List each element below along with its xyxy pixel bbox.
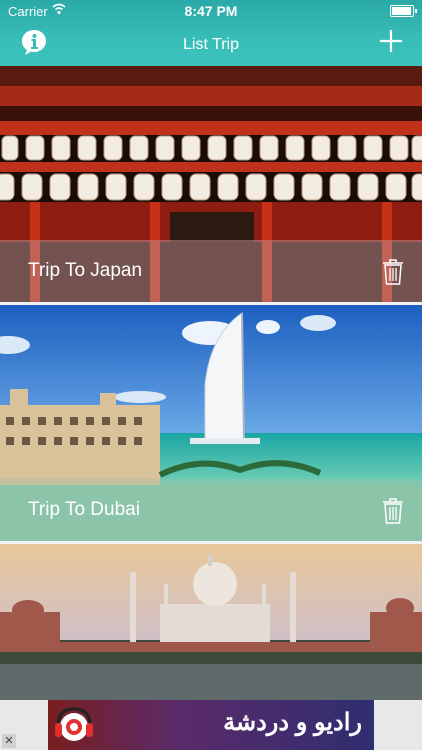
page-title: List Trip xyxy=(182,36,239,53)
close-ad-icon[interactable]: ✕ xyxy=(2,734,16,748)
trip-title: Trip To Japan xyxy=(28,260,143,281)
ad-banner[interactable]: ✕ راديو و دردشة xyxy=(0,700,422,750)
trash-icon[interactable] xyxy=(382,497,404,525)
navigation-bar: List Trip xyxy=(0,22,422,66)
top-bar: Carrier 8:47 PM List Trip xyxy=(0,0,422,66)
status-bar: Carrier 8:47 PM xyxy=(0,0,422,22)
ad-image[interactable]: راديو و دردشة xyxy=(48,700,374,750)
headphones-logo-icon xyxy=(55,707,93,741)
trip-card-japan[interactable]: Trip To Japan xyxy=(0,66,422,302)
add-trip-icon[interactable] xyxy=(378,28,404,54)
trip-card-dubai[interactable]: Trip To Dubai xyxy=(0,305,422,541)
taj-mahal-photo xyxy=(0,544,422,700)
trash-icon[interactable] xyxy=(382,258,404,286)
trip-title: Trip To Dubai xyxy=(28,499,140,520)
ad-text: راديو و دردشة xyxy=(223,709,362,736)
status-time: 8:47 PM xyxy=(184,3,238,19)
battery-icon xyxy=(390,5,417,17)
trip-card-india[interactable] xyxy=(0,544,422,700)
